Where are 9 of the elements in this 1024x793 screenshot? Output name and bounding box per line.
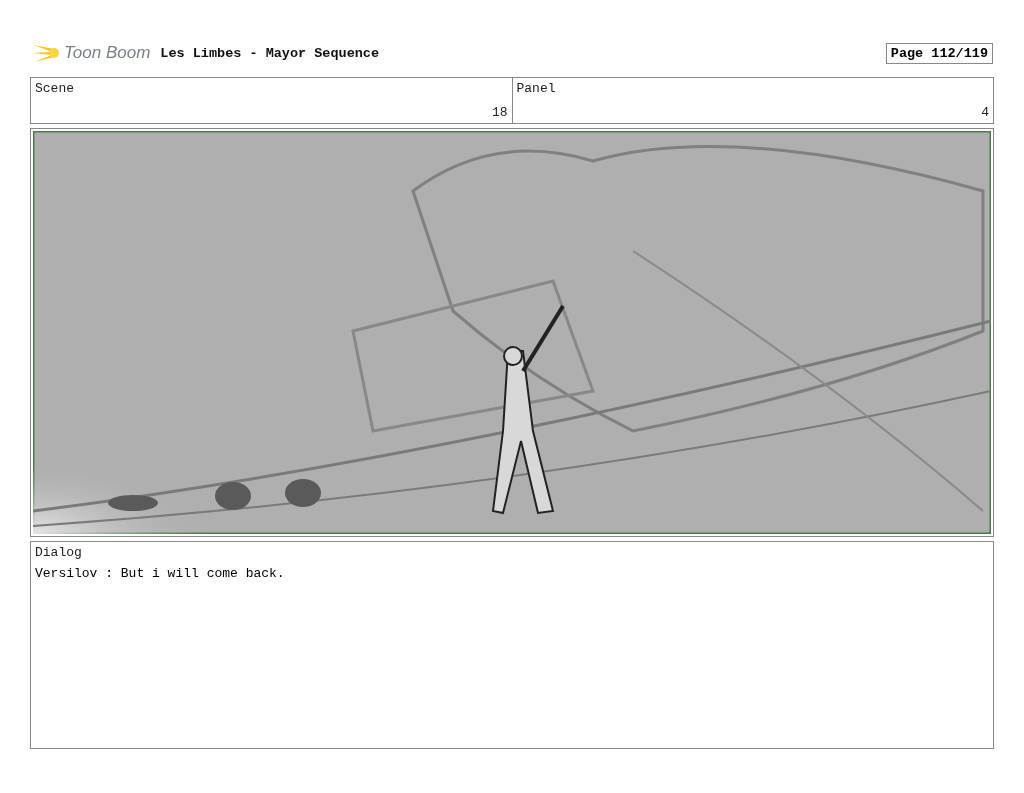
dialog-text: Versilov : But i will come back. [35, 566, 286, 581]
panel-label: Panel [516, 81, 556, 96]
dialog-label: Dialog [35, 545, 82, 560]
page-number: Page 112/119 [885, 42, 993, 64]
scene-label: Scene [35, 81, 74, 96]
panel-number: 4 [981, 105, 989, 120]
logo-text: Toon Boom [64, 43, 151, 63]
scene-number: 18 [491, 105, 508, 120]
document-title: Les Limbes - Mayor Sequence [160, 45, 381, 61]
